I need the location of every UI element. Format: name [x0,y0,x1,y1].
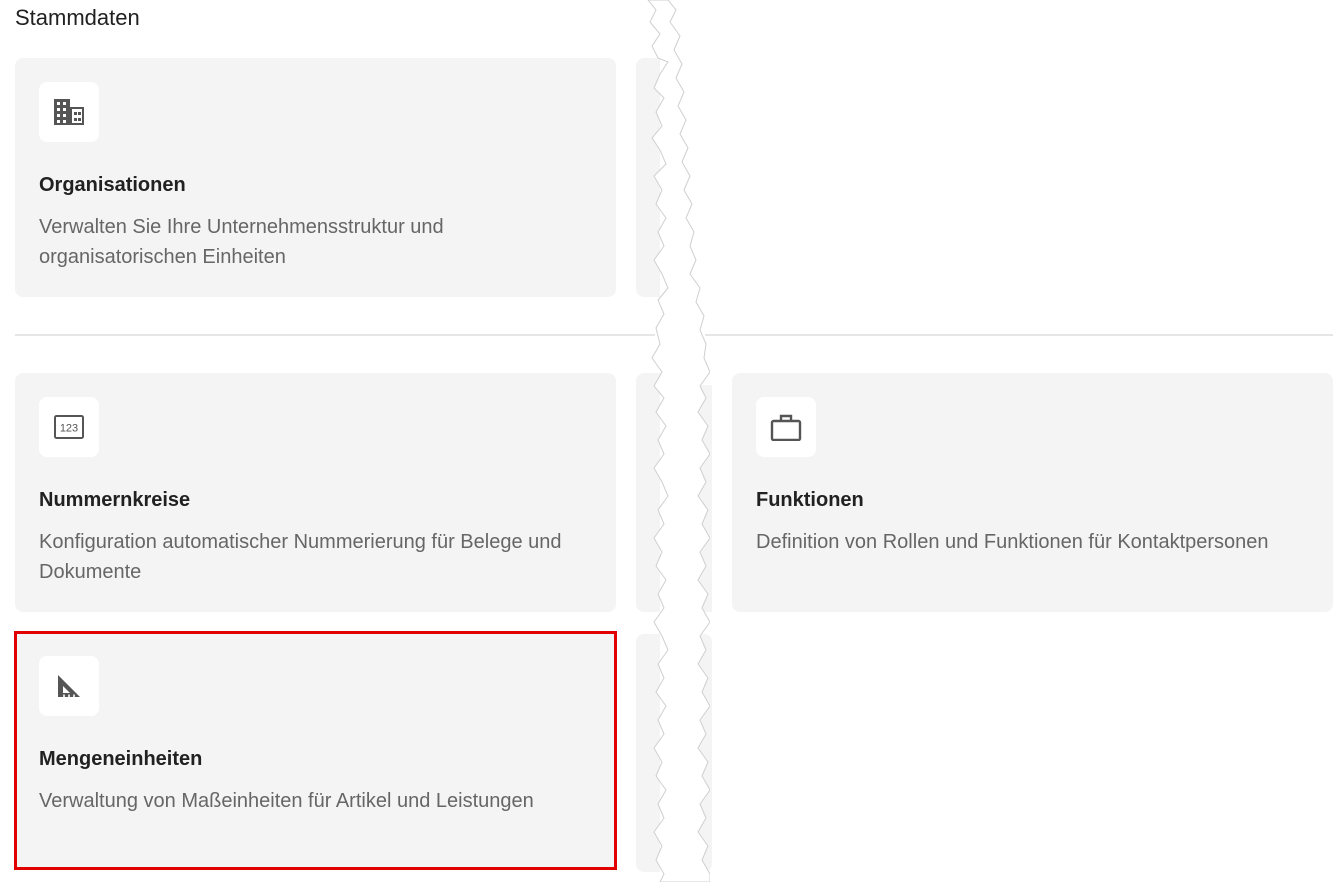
card-organisationen[interactable]: Organisationen Verwalten Sie Ihre Untern… [15,58,616,297]
icon-container [756,397,816,457]
torn-edge [647,0,710,882]
numbers-123-icon: 123 [54,415,84,439]
card-title: Mengeneinheiten [39,748,203,770]
card-mengeneinheiten[interactable]: Mengeneinheiten Verwaltung von Maßeinhei… [14,631,617,870]
svg-text:123: 123 [60,423,78,435]
section-divider [705,334,1333,336]
card-description: Definition von Rollen und Funktionen für… [756,531,1269,553]
card-description: Verwalten Sie Ihre Unternehmensstruktur … [39,216,444,268]
card-title: Funktionen [756,489,864,511]
card-funktionen[interactable]: Funktionen Definition von Rollen und Fun… [732,373,1333,612]
section-divider [15,334,655,336]
card-title: Organisationen [39,174,186,196]
briefcase-icon [770,414,802,441]
card-title: Nummernkreise [39,489,191,511]
section-title: Stammdaten [15,5,140,30]
card-description: Verwaltung von Maßeinheiten für Artikel … [39,790,534,812]
card-nummernkreise[interactable]: 123 Nummernkreise Konfiguration automati… [15,373,616,612]
icon-container [39,82,99,142]
icon-container: 123 [39,397,99,457]
icon-container [39,656,99,716]
settings-page: Stammdaten Organisationen Verwalten Sie … [0,0,1338,882]
card-description: Konfiguration automatischer Nummerierung… [39,531,562,583]
building-icon [54,99,84,125]
set-square-ruler-icon [58,675,80,697]
